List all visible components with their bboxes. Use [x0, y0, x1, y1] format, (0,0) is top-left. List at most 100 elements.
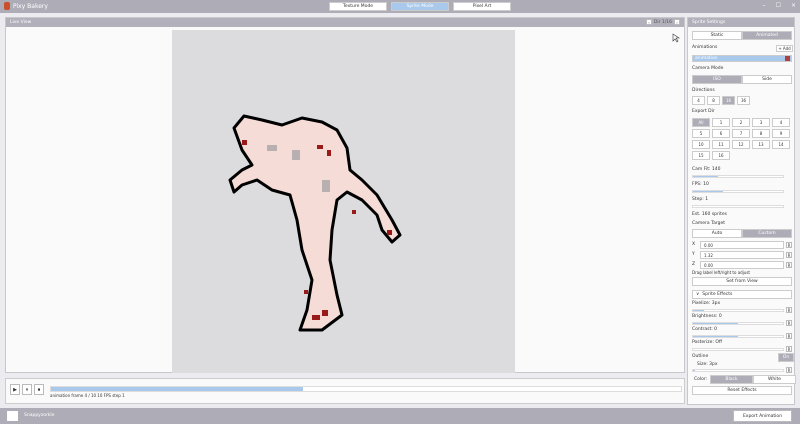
axis-reset-x[interactable]: R [786, 242, 792, 248]
step-label: Step: 1 [692, 197, 709, 202]
avatar[interactable] [7, 411, 18, 421]
timeline-scrubber[interactable] [50, 386, 682, 392]
axis-reset-y[interactable]: R [786, 252, 792, 258]
export-dir-12[interactable]: 12 [732, 140, 750, 149]
animation-select[interactable]: animation [692, 55, 792, 62]
sprite-figure [228, 114, 402, 332]
export-dir-10[interactable]: 10 [692, 140, 710, 149]
fps-slider-fill [693, 191, 723, 192]
next-dir-button[interactable]: › [674, 19, 680, 25]
sprite-canvas[interactable] [172, 30, 515, 373]
camera-target-toggle-option[interactable]: Auto [692, 229, 742, 238]
outline-size-slider-fill [693, 370, 695, 371]
minimize-button[interactable]: – [763, 2, 766, 9]
contrast-slider[interactable] [692, 335, 784, 338]
axis-label-y: Y [692, 252, 695, 257]
posterize-reset[interactable]: R [786, 346, 792, 352]
export-dir-14[interactable]: 14 [772, 140, 790, 149]
export-dir-15[interactable]: 15 [692, 151, 710, 160]
contrast-slider-fill [693, 336, 738, 337]
color-option-black[interactable]: Black [710, 375, 753, 384]
direction-option-36[interactable]: 36 [737, 96, 750, 105]
sprite-type-toggle-option[interactable]: Static [692, 31, 742, 40]
step-slider[interactable] [692, 205, 784, 208]
delete-animation-icon[interactable] [785, 56, 790, 61]
live-view-title: Live View [10, 20, 32, 25]
export-dir-label: Export Dir [692, 109, 715, 114]
color-option-white[interactable]: White [753, 375, 796, 384]
posterize-slider[interactable] [692, 348, 784, 351]
export-dir-All[interactable]: All [692, 118, 710, 127]
axis-input-x[interactable]: 0.00 [700, 241, 784, 249]
export-dir-6[interactable]: 6 [712, 129, 730, 138]
outline-toggle[interactable]: On [778, 353, 794, 362]
outline-color-toggle: Black White [710, 375, 796, 384]
direction-option-4[interactable]: 4 [692, 96, 705, 105]
cam-fit-slider[interactable] [692, 175, 784, 178]
reset-effects-button[interactable]: Reset Effects [692, 386, 792, 395]
prev-dir-button[interactable]: ‹ [645, 19, 652, 25]
close-button[interactable]: × [791, 2, 796, 9]
camera-mode-toggle: ISO Side [692, 75, 792, 84]
add-animation-button[interactable]: + Add [776, 45, 793, 52]
export-dir-grid: All 1 2 3 4 5 6 7 8 9 10 11 12 13 14 15 16 [692, 118, 790, 160]
axis-label-x: X [692, 242, 696, 247]
direction-option-16[interactable]: 16 [722, 96, 735, 105]
cam-fit-label: Cam Fit: 140 [692, 167, 721, 172]
directions-grid: 4 8 16 36 [692, 96, 750, 105]
pixelize-label: Pixelize: 3px [692, 301, 721, 306]
pixelize-reset[interactable]: R [786, 307, 792, 313]
export-dir-8[interactable]: 8 [752, 129, 770, 138]
export-dir-9[interactable]: 9 [772, 129, 790, 138]
export-dir-3[interactable]: 3 [752, 118, 770, 127]
maximize-button[interactable]: ☐ [776, 2, 781, 9]
cam-fit-slider-fill [693, 176, 719, 177]
pause-button[interactable]: ⏸ [22, 384, 32, 395]
tab-sprite-mode[interactable]: Sprite Mode [391, 2, 449, 11]
brightness-slider-fill [693, 323, 738, 324]
brightness-slider[interactable] [692, 322, 784, 325]
sprite-effects-header[interactable]: ∨ Sprite Effects [692, 290, 792, 299]
export-dir-4[interactable]: 4 [772, 118, 790, 127]
axis-reset-z[interactable]: R [786, 262, 792, 268]
animations-label: Animations [692, 45, 718, 50]
pixelize-slider[interactable] [692, 309, 784, 312]
direction-option-8[interactable]: 8 [707, 96, 720, 105]
tab-pixel-art[interactable]: Pixel Art [453, 2, 511, 11]
outline-size-reset[interactable]: R [786, 367, 792, 373]
posterize-label: Posterize: Off [692, 340, 723, 345]
pixelize-slider-fill [693, 310, 704, 311]
outline-size-label: Size: 3px [697, 362, 718, 367]
axis-input-y[interactable]: 1.32 [700, 251, 784, 259]
sprite-type-toggle: Static Animated [692, 31, 792, 40]
fps-label: FPS: 10 [692, 182, 709, 187]
playback-controls: ▶ ⏸ ⏹ animation frame 4 / 10 10 FPS step… [5, 378, 685, 404]
outline-color-label: Color: [694, 377, 708, 382]
outline-size-slider[interactable] [692, 369, 784, 372]
stop-button[interactable]: ⏹ [34, 384, 44, 395]
export-dir-7[interactable]: 7 [732, 129, 750, 138]
contrast-label: Contrast: 0 [692, 327, 718, 332]
set-from-view-button[interactable]: Set from View [692, 277, 792, 286]
fps-slider[interactable] [692, 190, 784, 193]
tab-texture-mode[interactable]: Texture Mode [329, 2, 387, 11]
sprite-estimate: Est. 160 sprites [692, 212, 728, 217]
export-dir-5[interactable]: 5 [692, 129, 710, 138]
export-dir-11[interactable]: 11 [712, 140, 730, 149]
camera-mode-toggle-option[interactable]: ISO [692, 75, 742, 84]
brightness-label: Brightness: 0 [692, 314, 722, 319]
drag-hint: Drag label left/right to adjust [692, 270, 751, 275]
export-animation-button[interactable]: Export Animation [733, 410, 792, 422]
camera-target-toggle-option[interactable]: Custom [742, 229, 792, 238]
export-dir-2[interactable]: 2 [732, 118, 750, 127]
axis-input-z[interactable]: 0.00 [700, 261, 784, 269]
export-dir-13[interactable]: 13 [752, 140, 770, 149]
export-dir-1[interactable]: 1 [712, 118, 730, 127]
contrast-reset[interactable]: R [786, 333, 792, 339]
camera-mode-toggle-option[interactable]: Side [742, 75, 792, 84]
brightness-reset[interactable]: R [786, 320, 792, 326]
play-button[interactable]: ▶ [10, 384, 20, 395]
export-dir-16[interactable]: 16 [712, 151, 730, 160]
axis-label-z: Z [692, 262, 696, 267]
sprite-type-toggle-option[interactable]: Animated [742, 31, 792, 40]
